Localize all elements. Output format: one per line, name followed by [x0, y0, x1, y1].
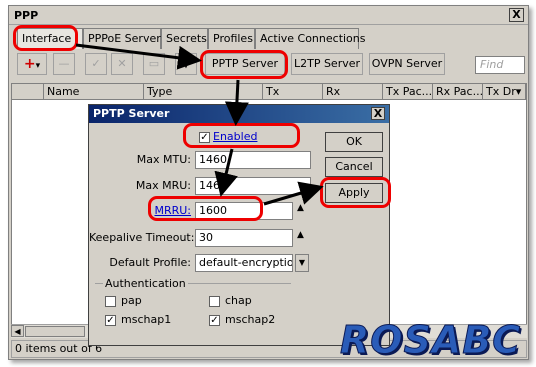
mschap2-label: mschap2 — [225, 313, 276, 326]
column-header-blank[interactable] — [12, 84, 44, 100]
column-header-type[interactable]: Type — [144, 84, 263, 100]
l2tp-server-button[interactable]: L2TP Server — [291, 53, 363, 75]
column-header-tx[interactable]: Tx — [263, 84, 323, 100]
dropdown-arrow-icon[interactable]: ▼ — [295, 254, 309, 272]
cancel-button[interactable]: Cancel — [325, 157, 383, 177]
cross-icon: ✕ — [117, 57, 127, 70]
mschap2-checkbox[interactable]: ✓ — [209, 315, 220, 326]
tab-active-connections[interactable]: Active Connections — [255, 28, 366, 49]
check-icon: ✓ — [210, 315, 219, 326]
rosabc-watermark: ROSABC — [339, 318, 522, 363]
ovpn-server-button[interactable]: OVPN Server — [369, 53, 445, 75]
dialog-close-button[interactable]: X — [371, 107, 385, 120]
keepalive-timeout-field[interactable]: 30 — [195, 229, 293, 247]
tab-profiles[interactable]: Profiles — [208, 28, 255, 49]
column-header-tx-packets[interactable]: Tx Pac... — [383, 84, 433, 100]
max-mtu-field[interactable]: 1460 — [195, 151, 311, 169]
tab-pppoe-servers[interactable]: PPPoE Servers — [83, 28, 167, 49]
chap-checkbox[interactable] — [209, 296, 220, 307]
default-profile-select[interactable]: default-encryption — [195, 254, 293, 272]
filter-button[interactable]: ▼ — [175, 53, 197, 75]
highlight-enabled — [183, 123, 300, 148]
max-mtu-label: Max MTU: — [136, 153, 191, 166]
comment-icon: ▭ — [148, 57, 160, 70]
window-titlebar[interactable]: PPP X — [9, 6, 528, 25]
column-header-rx[interactable]: Rx — [323, 84, 383, 100]
keepalive-collapse-icon[interactable]: ▲ — [297, 230, 304, 240]
add-button[interactable]: +▾ — [17, 53, 47, 75]
chevron-down-icon: ▾ — [35, 61, 41, 71]
highlight-interface-tab — [13, 25, 78, 51]
enable-button[interactable]: ✓ — [85, 53, 107, 75]
scroll-left-icon[interactable]: ◀ — [11, 325, 24, 337]
find-input[interactable]: Find — [475, 56, 525, 74]
column-header-rx-packets[interactable]: Rx Pac... — [433, 84, 483, 100]
tab-secrets[interactable]: Secrets — [161, 28, 208, 49]
highlight-mrru — [148, 196, 263, 221]
remove-button[interactable]: — — [53, 53, 75, 75]
window-close-button[interactable]: X — [509, 8, 524, 22]
mschap1-checkbox[interactable]: ✓ — [105, 315, 116, 326]
dialog-titlebar[interactable]: PPTP Server X — [89, 105, 389, 123]
max-mru-field[interactable]: 1460 — [195, 177, 311, 195]
minus-icon: — — [58, 57, 70, 70]
dialog-title: PPTP Server — [93, 107, 170, 120]
filter-icon: ▼ — [181, 57, 191, 70]
disable-button[interactable]: ✕ — [111, 53, 133, 75]
highlight-pptp-server — [200, 50, 288, 79]
highlight-apply — [320, 177, 391, 208]
comment-button[interactable]: ▭ — [143, 53, 165, 75]
check-icon: ✓ — [91, 57, 101, 70]
column-header-name[interactable]: Name — [44, 84, 144, 100]
chap-label: chap — [225, 294, 252, 307]
ok-button[interactable]: OK — [325, 132, 383, 152]
default-profile-label: Default Profile: — [109, 256, 191, 269]
pap-checkbox[interactable] — [105, 296, 116, 307]
check-icon: ✓ — [106, 315, 115, 326]
scrollbar-thumb[interactable] — [25, 326, 85, 337]
pap-label: pap — [121, 294, 142, 307]
column-header-tx-drops[interactable]: Tx Dr▾ — [483, 84, 526, 100]
tab-bar: Interface PPPoE Servers Secrets Profiles… — [9, 28, 528, 50]
mschap1-label: mschap1 — [121, 313, 172, 326]
plus-icon: + — [23, 56, 36, 72]
max-mru-label: Max MRU: — [135, 179, 191, 192]
mrru-collapse-icon[interactable]: ▲ — [297, 203, 304, 213]
window-title: PPP — [14, 9, 39, 22]
keepalive-timeout-label: Keepalive Timeout: — [89, 231, 195, 244]
authentication-legend: Authentication — [103, 277, 188, 290]
